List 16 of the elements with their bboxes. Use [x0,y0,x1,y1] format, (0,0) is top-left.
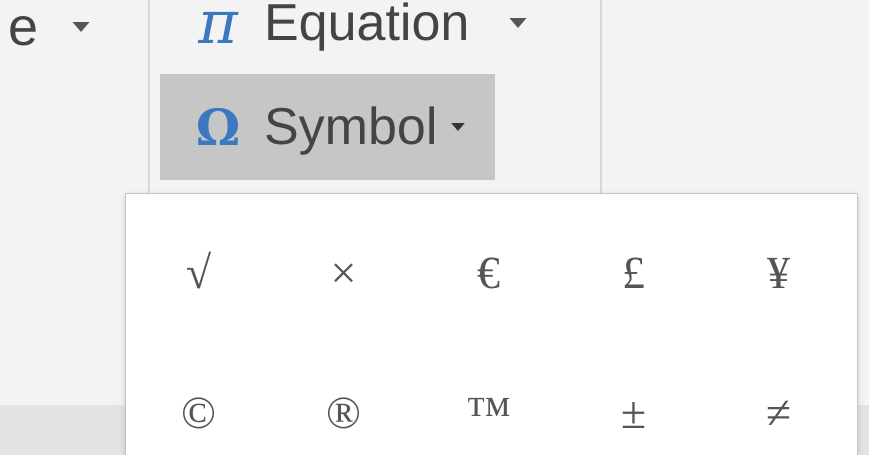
symbol-item[interactable]: ± [610,382,656,442]
symbol-item[interactable]: © [171,382,226,442]
symbol-item[interactable]: √ [176,242,222,302]
symbol-item[interactable]: × [320,242,366,302]
equation-button[interactable]: π Equation [160,0,538,56]
caret-icon [72,22,90,32]
symbol-item[interactable]: ¥ [757,242,800,302]
symbol-item[interactable]: ® [316,382,371,442]
symbol-button[interactable]: Ω Symbol [160,74,496,180]
caret-icon [509,18,528,28]
symbol-item[interactable]: ≠ [756,382,802,442]
ribbon-dropdown-button[interactable]: e [0,0,90,62]
symbol-item[interactable]: ™ [456,382,522,442]
symbol-item[interactable]: € [467,242,510,302]
symbol-item[interactable]: £ [612,242,655,302]
caret-icon [451,123,466,131]
